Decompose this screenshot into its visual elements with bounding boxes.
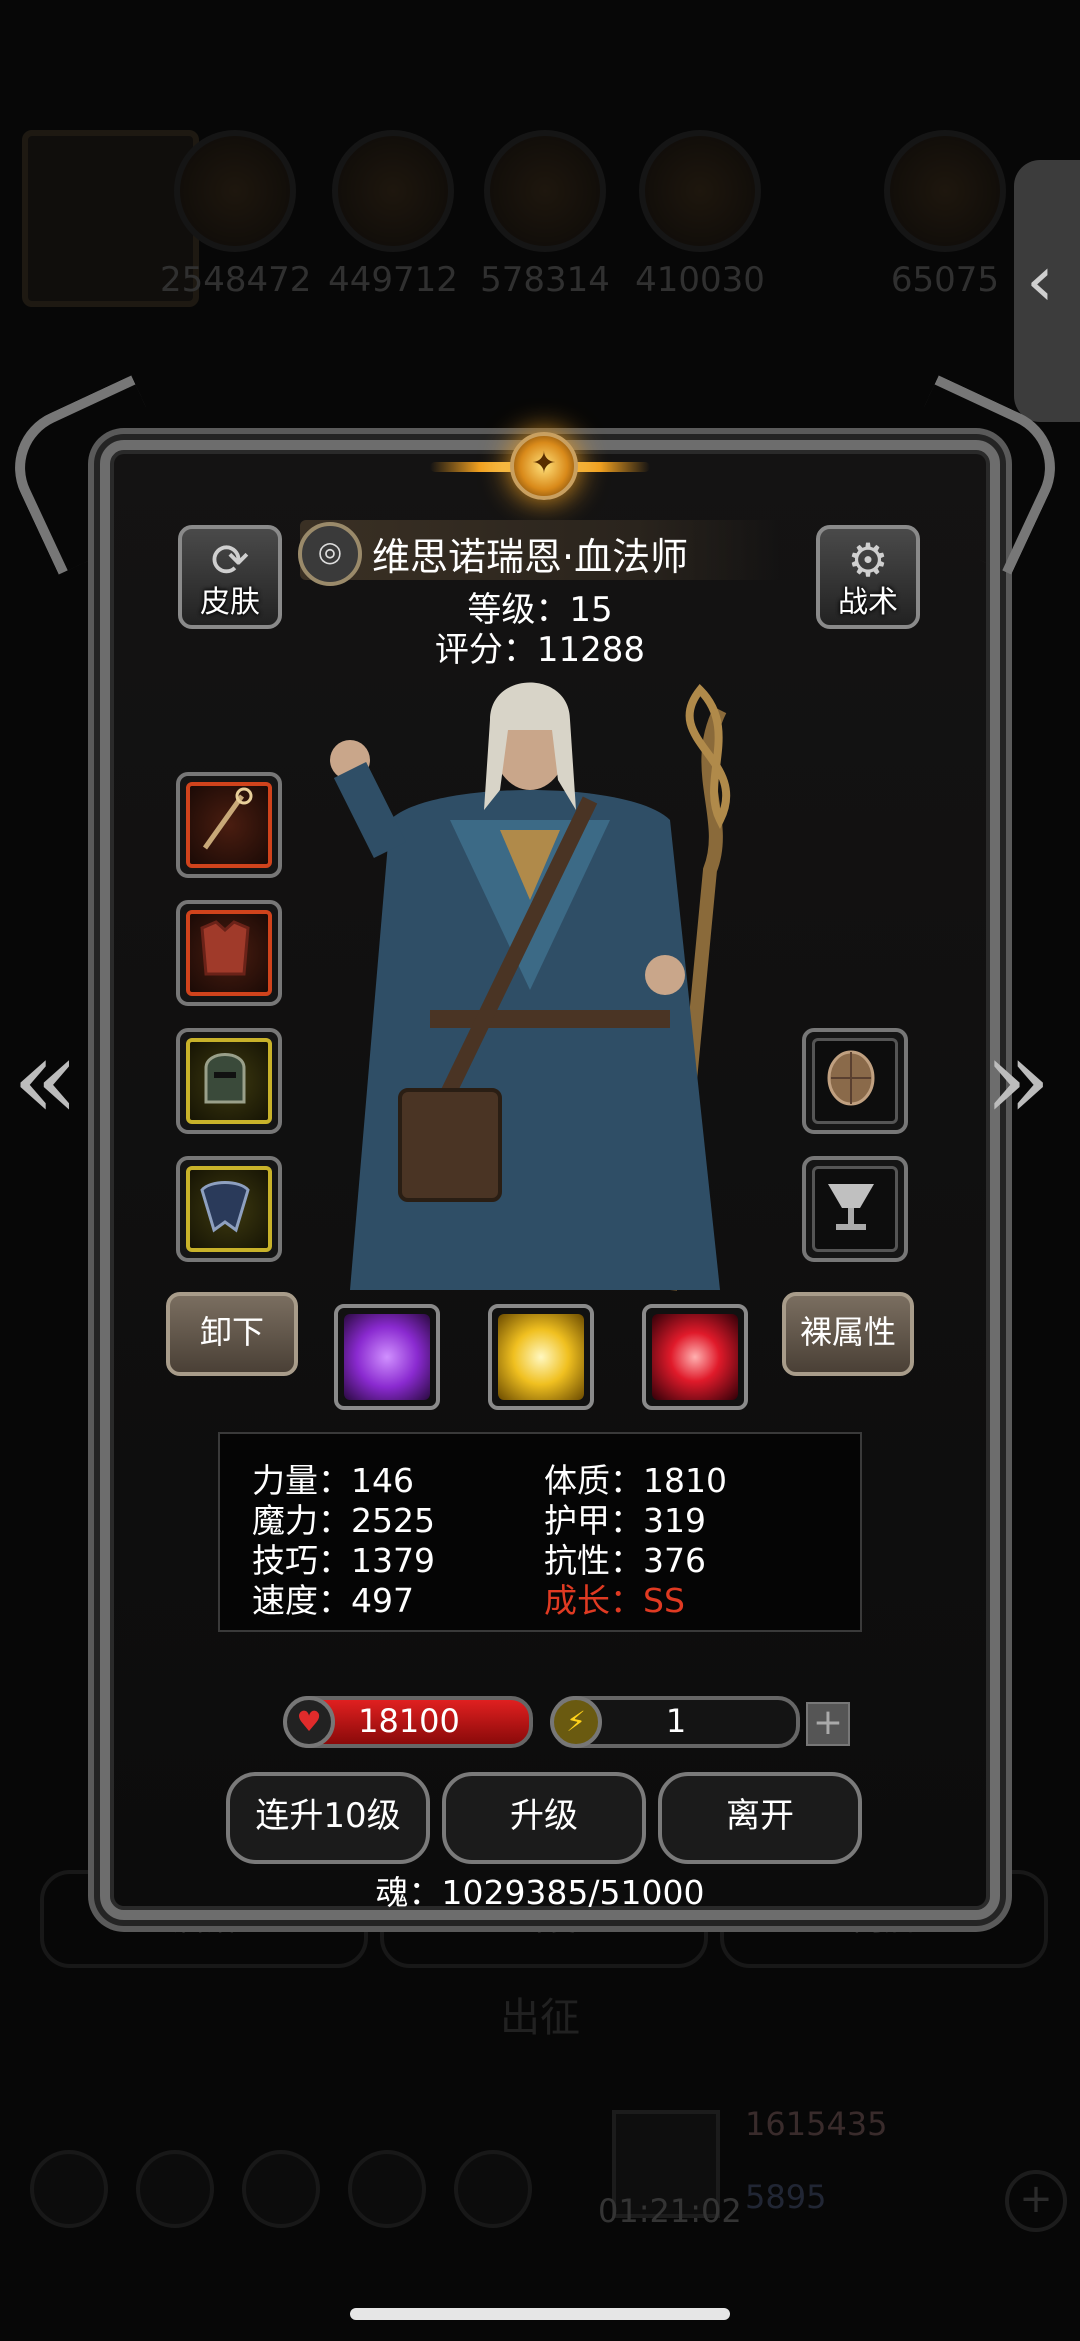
chalice-icon: [828, 1184, 874, 1230]
hero-stats-panel: 力量：146 体质：1810 魔力：2525 护甲：319 技巧：1379 抗性…: [218, 1432, 862, 1632]
side-drawer-handle[interactable]: ‹: [1014, 160, 1080, 422]
bottom-menu-icon: [242, 2150, 320, 2228]
level-up-10-button[interactable]: 连升10级: [226, 1772, 430, 1864]
equip-slot-armor[interactable]: [176, 900, 282, 1006]
mask-icon: [200, 1181, 250, 1233]
resource-value: 449712: [328, 260, 458, 300]
unequip-button[interactable]: 卸下: [166, 1292, 298, 1376]
equip-slot-accessory[interactable]: [176, 1156, 282, 1262]
leave-button[interactable]: 离开: [658, 1772, 862, 1864]
next-hero-button[interactable]: »: [984, 1015, 1051, 1143]
dark-skull-skill-icon: [344, 1314, 430, 1400]
hp-bar: ♥ 18100: [283, 1696, 533, 1748]
background-resource: 410030: [625, 130, 775, 300]
helmet-icon: [204, 1053, 246, 1104]
stat-speed: 速度：497: [252, 1581, 414, 1620]
skill-slot-1[interactable]: [334, 1304, 440, 1410]
blood-bolt-skill-icon: [652, 1314, 738, 1400]
previous-hero-button[interactable]: «: [12, 1015, 79, 1143]
hero-score: 评分：11288: [434, 630, 646, 670]
background-resource: 2548472: [160, 130, 312, 300]
skill-slot-3[interactable]: [642, 1304, 748, 1410]
panel-crest: ✦: [430, 420, 650, 520]
background-gold: 1615435: [745, 2105, 888, 2143]
resource-value: 65075: [890, 260, 1000, 300]
hero-portrait-art: [330, 682, 731, 1291]
equip-slot-helmet[interactable]: [176, 1028, 282, 1134]
holy-burst-skill-icon: [498, 1314, 584, 1400]
resource-value: 2548472: [160, 260, 312, 300]
level-up-button[interactable]: 升级: [442, 1772, 646, 1864]
background-gems: 5895: [745, 2178, 827, 2216]
shell-icon: [827, 1050, 875, 1106]
plus-icon: +: [1005, 2170, 1067, 2232]
equip-slot-relic[interactable]: [802, 1028, 908, 1134]
hero-class-badge-icon: ◎: [298, 522, 362, 586]
bottom-menu-icon: [136, 2150, 214, 2228]
soul-counter: 魂：1029385/51000: [375, 1873, 705, 1912]
background-resource: 578314: [470, 130, 620, 300]
energy-bar: ⚡ 1: [550, 1696, 800, 1748]
energy-value: 1: [665, 1702, 687, 1740]
hero-name: 维思诺瑞恩·血法师: [372, 535, 689, 579]
bottom-menu-icon: [348, 2150, 426, 2228]
background-bottom-icons: [30, 2150, 560, 2232]
resource-value: 410030: [635, 260, 765, 300]
skill-slot-2[interactable]: [488, 1304, 594, 1410]
add-energy-button[interactable]: +: [806, 1702, 850, 1746]
background-resource: 65075: [870, 130, 1020, 300]
bare-attributes-button[interactable]: 裸属性: [782, 1292, 914, 1376]
hp-value: 18100: [358, 1702, 460, 1740]
resource-value: 578314: [480, 260, 610, 300]
armor-icon: [200, 920, 250, 976]
background-timer: 01:21:02: [598, 2192, 742, 2230]
bottom-menu-icon: [454, 2150, 532, 2228]
background-expedition-label: 出征: [500, 1995, 580, 2041]
equip-slot-weapon[interactable]: [176, 772, 282, 878]
bottom-menu-icon: [30, 2150, 108, 2228]
sun-emblem-icon: ✦: [510, 432, 578, 500]
equip-slot-trinket[interactable]: [802, 1156, 908, 1262]
background-resource: 449712: [318, 130, 468, 300]
chevron-left-icon: ‹: [1026, 240, 1054, 322]
stat-growth: 成长：SS: [544, 1581, 685, 1620]
staff-icon: [202, 787, 253, 850]
home-indicator[interactable]: [350, 2308, 730, 2320]
